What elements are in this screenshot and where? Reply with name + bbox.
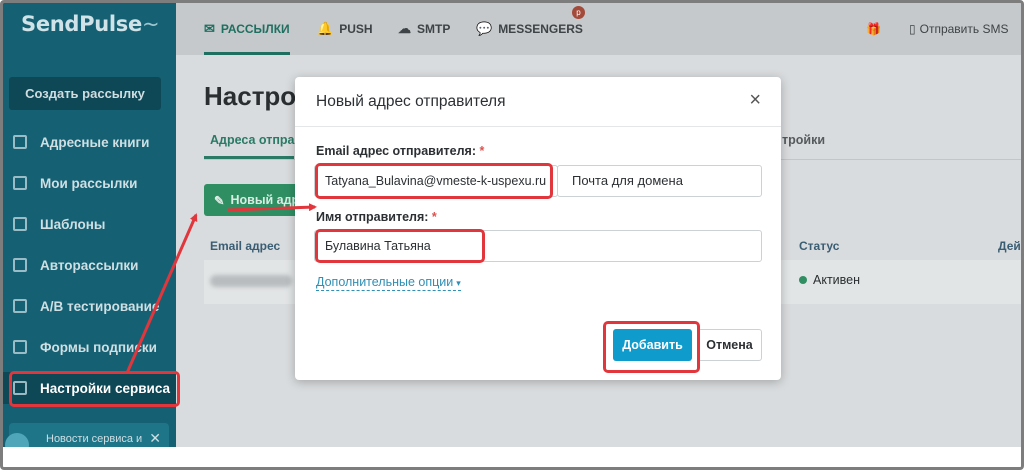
bottom-strip (3, 447, 1021, 467)
screenshot-frame: SendPulse~ Создать рассылку Адресные кни… (0, 0, 1024, 470)
dialog-header: Новый адрес отправителя × (295, 77, 781, 127)
blurred-email (210, 275, 292, 287)
more-options-link[interactable]: Дополнительные опции ▾ (316, 275, 461, 291)
news-text: Новости сервиса и (46, 433, 143, 445)
sidebar-item-templates[interactable]: Шаблоны (3, 208, 176, 240)
sidebar-item-automation[interactable]: Авторассылки (3, 249, 176, 281)
status-badge: Активен (799, 273, 860, 287)
sidebar-item-label: Адресные книги (40, 134, 150, 150)
status-dot-icon (799, 276, 807, 284)
sidebar-item-label: A/B тестирование (40, 298, 160, 314)
logo-text: SendPulse (21, 12, 142, 36)
tab-sender-addresses[interactable]: Адреса отправ (210, 133, 302, 147)
bell-icon: 🔔 (317, 21, 334, 36)
tab-smtp[interactable]: ☁ SMTP (398, 3, 450, 55)
ab-test-icon (13, 299, 27, 313)
gift-icon[interactable]: 🎁 (866, 3, 881, 55)
pulse-icon: ~ (141, 12, 160, 36)
templates-icon (13, 217, 27, 231)
active-tab-underline (204, 156, 294, 159)
sidebar-item-forms[interactable]: Формы подписки (3, 331, 176, 363)
email-label-text: Email адрес отправителя: (316, 144, 476, 158)
tab-label: MESSENGERS (498, 22, 583, 36)
mail-icon: ✉ (204, 21, 215, 36)
caret-down-icon: ▾ (456, 278, 461, 288)
phone-icon: ▯ (909, 22, 916, 36)
column-status: Статус (799, 239, 840, 253)
sidebar-item-ab-testing[interactable]: A/B тестирование (3, 290, 176, 322)
top-navigation: ✉ РАССЫЛКИ 🔔 PUSH ☁ SMTP 💬 MESSENGERS p … (176, 3, 1021, 55)
sidebar-item-campaigns[interactable]: Мои рассылки (3, 167, 176, 199)
tab-campaigns[interactable]: ✉ РАССЫЛКИ (204, 3, 290, 55)
sidebar: SendPulse~ Создать рассылку Адресные кни… (3, 3, 176, 457)
close-icon[interactable]: ✕ (149, 430, 161, 447)
column-actions: Дей (998, 239, 1021, 253)
address-book-icon (13, 135, 27, 149)
send-sms-label: Отправить SMS (919, 22, 1009, 36)
forms-icon (13, 340, 27, 354)
required-mark: * (431, 210, 437, 224)
close-icon[interactable]: × (749, 90, 761, 110)
add-button[interactable]: Добавить (613, 329, 692, 361)
column-email: Email адрес (210, 239, 281, 253)
create-campaign-button[interactable]: Создать рассылку (9, 77, 161, 110)
logo[interactable]: SendPulse~ (21, 12, 160, 36)
messengers-badge: p (572, 6, 585, 19)
sidebar-item-label: Шаблоны (40, 216, 106, 232)
sidebar-item-label: Авторассылки (40, 257, 139, 273)
tab-messengers[interactable]: 💬 MESSENGERS (476, 3, 583, 55)
edit-icon: ✎ (214, 193, 225, 208)
tab-push[interactable]: 🔔 PUSH (317, 3, 373, 55)
tab-label: SMTP (417, 22, 451, 36)
campaigns-icon (13, 176, 27, 190)
name-label: Имя отправителя: * (316, 210, 437, 224)
name-label-text: Имя отправителя: (316, 210, 429, 224)
sidebar-item-label: Формы подписки (40, 339, 157, 355)
settings-icon (13, 381, 27, 395)
dialog-title: Новый адрес отправителя (316, 93, 506, 110)
tab-label: РАССЫЛКИ (220, 22, 290, 36)
sidebar-item-label: Мои рассылки (40, 175, 138, 191)
email-label: Email адрес отправителя: * (316, 144, 484, 158)
status-text: Активен (813, 273, 861, 287)
send-sms-link[interactable]: ▯ Отправить SMS (909, 3, 1008, 55)
chat-icon: 💬 (476, 21, 493, 36)
new-address-label: Новый адр (230, 193, 300, 207)
cloud-icon: ☁ (398, 21, 411, 36)
new-sender-dialog: Новый адрес отправителя × Email адрес от… (295, 77, 781, 380)
domain-email-select[interactable]: Почта для домена (557, 165, 762, 197)
email-field[interactable]: Tatyana_Bulavina@vmeste-k-uspexu.ru (314, 165, 558, 197)
tab-label: PUSH (339, 22, 373, 36)
more-options-label: Дополнительные опции (316, 275, 454, 289)
tab-settings[interactable]: тройки (782, 133, 825, 147)
sidebar-item-address-books[interactable]: Адресные книги (3, 126, 176, 158)
sender-name-field[interactable]: Булавина Татьяна (314, 230, 762, 262)
cancel-button[interactable]: Отмена (697, 329, 762, 361)
sidebar-item-service-settings[interactable]: Настройки сервиса (3, 372, 176, 404)
automation-icon (13, 258, 27, 272)
required-mark: * (479, 144, 485, 158)
sidebar-item-label: Настройки сервиса (40, 380, 171, 396)
